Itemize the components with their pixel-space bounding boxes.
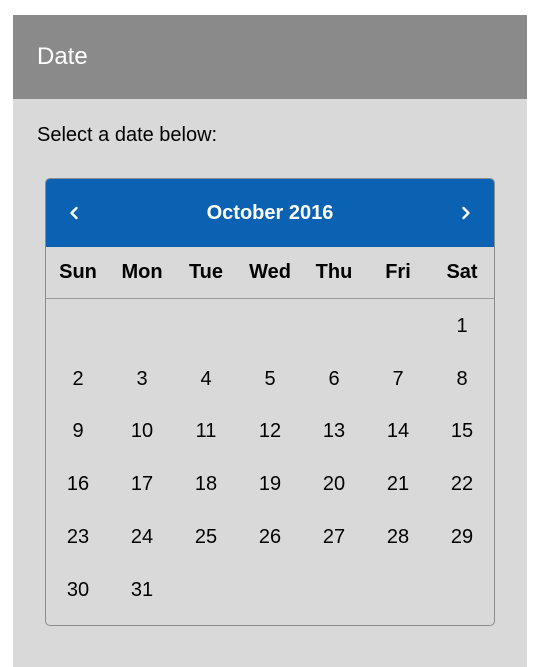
- weekday-mon: Mon: [121, 261, 163, 283]
- weekday-thu: Thu: [315, 261, 353, 283]
- day-cell-9[interactable]: 9: [46, 406, 110, 459]
- weekday-row: Sun Mon Tue Wed Thu Fri Sat: [46, 247, 494, 299]
- calendar-header: October 2016: [46, 179, 494, 247]
- date-prompt: Select a date below:: [37, 124, 218, 146]
- day-cell-28[interactable]: 28: [366, 511, 430, 564]
- day-cell-25[interactable]: 25: [174, 511, 238, 564]
- day-cell-8[interactable]: 8: [430, 353, 494, 406]
- day-cell-18[interactable]: 18: [174, 458, 238, 511]
- day-cell-12[interactable]: 12: [238, 406, 302, 459]
- day-cell-23[interactable]: 23: [46, 511, 110, 564]
- chevron-right-icon: [462, 206, 470, 220]
- day-cell-24[interactable]: 24: [110, 511, 174, 564]
- weekday-fri: Fri: [385, 261, 411, 283]
- day-cell-3[interactable]: 3: [110, 353, 174, 406]
- day-cell-6[interactable]: 6: [302, 353, 366, 406]
- day-cell-16[interactable]: 16: [46, 458, 110, 511]
- day-cell-30[interactable]: 30: [46, 564, 110, 617]
- weekday-wed: Wed: [249, 261, 291, 283]
- day-cell-empty: [174, 300, 238, 353]
- day-cell-empty: [366, 300, 430, 353]
- day-cell-19[interactable]: 19: [238, 458, 302, 511]
- next-month-button[interactable]: [438, 179, 494, 247]
- day-cell-27[interactable]: 27: [302, 511, 366, 564]
- day-cell-empty: [302, 300, 366, 353]
- day-cell-empty: [238, 300, 302, 353]
- chevron-left-icon: [70, 206, 78, 220]
- day-cell-2[interactable]: 2: [46, 353, 110, 406]
- day-cell-empty: [110, 300, 174, 353]
- weekday-sat: Sat: [446, 261, 478, 283]
- calendar: October 2016 Sun Mon Tue Wed Thu Fri Sat…: [45, 178, 495, 626]
- panel-header: Date: [13, 15, 527, 99]
- day-cell-13[interactable]: 13: [302, 406, 366, 459]
- day-cell-11[interactable]: 11: [174, 406, 238, 459]
- weekday-tue: Tue: [188, 261, 224, 283]
- day-grid: 1 2 3 4 5 6 7 8 9 10 11 12 13 14 15 16 17 18 19 20 21 22 23 24 2…: [46, 299, 494, 617]
- day-cell-29[interactable]: 29: [430, 511, 494, 564]
- day-cell-1[interactable]: 1: [430, 300, 494, 353]
- day-cell-26[interactable]: 26: [238, 511, 302, 564]
- day-cell-20[interactable]: 20: [302, 458, 366, 511]
- day-cell-empty: [46, 300, 110, 353]
- day-cell-4[interactable]: 4: [174, 353, 238, 406]
- day-cell-31[interactable]: 31: [110, 564, 174, 617]
- day-cell-22[interactable]: 22: [430, 458, 494, 511]
- calendar-month-label: October 2016: [206, 201, 334, 224]
- day-cell-7[interactable]: 7: [366, 353, 430, 406]
- panel-title: Date: [37, 43, 88, 70]
- prev-month-button[interactable]: [46, 179, 102, 247]
- date-panel: Date Select a date below: October 2016 S…: [13, 15, 527, 667]
- day-cell-14[interactable]: 14: [366, 406, 430, 459]
- day-cell-10[interactable]: 10: [110, 406, 174, 459]
- day-cell-21[interactable]: 21: [366, 458, 430, 511]
- day-cell-5[interactable]: 5: [238, 353, 302, 406]
- day-cell-15[interactable]: 15: [430, 406, 494, 459]
- day-cell-17[interactable]: 17: [110, 458, 174, 511]
- weekday-sun: Sun: [59, 261, 97, 283]
